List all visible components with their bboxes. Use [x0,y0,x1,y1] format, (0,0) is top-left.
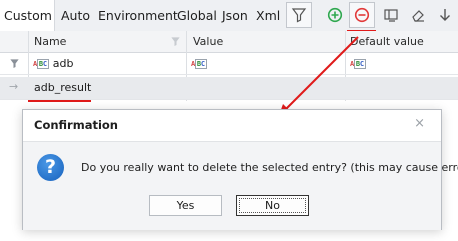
arrow-down-icon [440,9,450,21]
eraser-icon [412,10,424,22]
tab-json[interactable]: Json [218,0,252,31]
text-type-icon: A BC [350,59,366,69]
filter-default-value-cell[interactable]: A BC [350,53,370,74]
column-icon [384,9,398,22]
tab-environment[interactable]: Environment [94,0,182,31]
column-header-value[interactable]: Value [193,31,223,52]
filter-icon [10,59,19,68]
row-indicator-icon: → [9,80,19,93]
column-button[interactable] [378,2,404,28]
add-button[interactable] [322,2,348,28]
filter-row: A BC adb A BC A BC [0,53,458,75]
column-header-default-value[interactable]: Default value [350,31,424,52]
filter-name-cell[interactable]: A BC adb [33,53,73,74]
move-down-button[interactable] [432,2,458,28]
variable-name-cell[interactable]: adb_result [34,77,91,99]
filter-button[interactable] [286,2,312,28]
table-row[interactable]: → adb_result [0,77,458,102]
text-type-icon: A BC [33,59,49,69]
filter-value-cell[interactable]: A BC [191,53,211,74]
filter-name-value: adb [52,57,74,70]
yes-button[interactable]: Yes [149,195,222,216]
add-icon [327,7,343,23]
dialog-title: Confirmation [34,118,118,132]
filter-icon[interactable] [170,36,181,47]
question-icon: ? [37,154,64,181]
tab-auto[interactable]: Auto [57,0,94,31]
annotation-underline-name [28,100,91,102]
column-header-name[interactable]: Name [34,31,66,52]
text-type-icon: A BC [191,59,207,69]
variables-tab-bar: Custom Auto Environment Global Json Xml [0,0,458,32]
remove-icon [354,7,370,23]
tab-xml[interactable]: Xml [252,0,284,31]
dialog-body: ? Do you really want to delete the selec… [23,141,458,230]
filter-icon [291,8,307,23]
no-button[interactable]: No [236,195,309,216]
dialog-message: Do you really want to delete the selecte… [81,161,458,174]
eraser-button[interactable] [405,2,431,28]
tab-custom[interactable]: Custom [0,0,55,31]
confirmation-dialog: Confirmation × ? Do you really want to d… [22,109,458,230]
tab-global[interactable]: Global [173,0,221,31]
close-icon[interactable]: × [414,116,425,131]
grid-header: Name Value Default value [0,31,458,53]
remove-button[interactable] [349,2,375,28]
